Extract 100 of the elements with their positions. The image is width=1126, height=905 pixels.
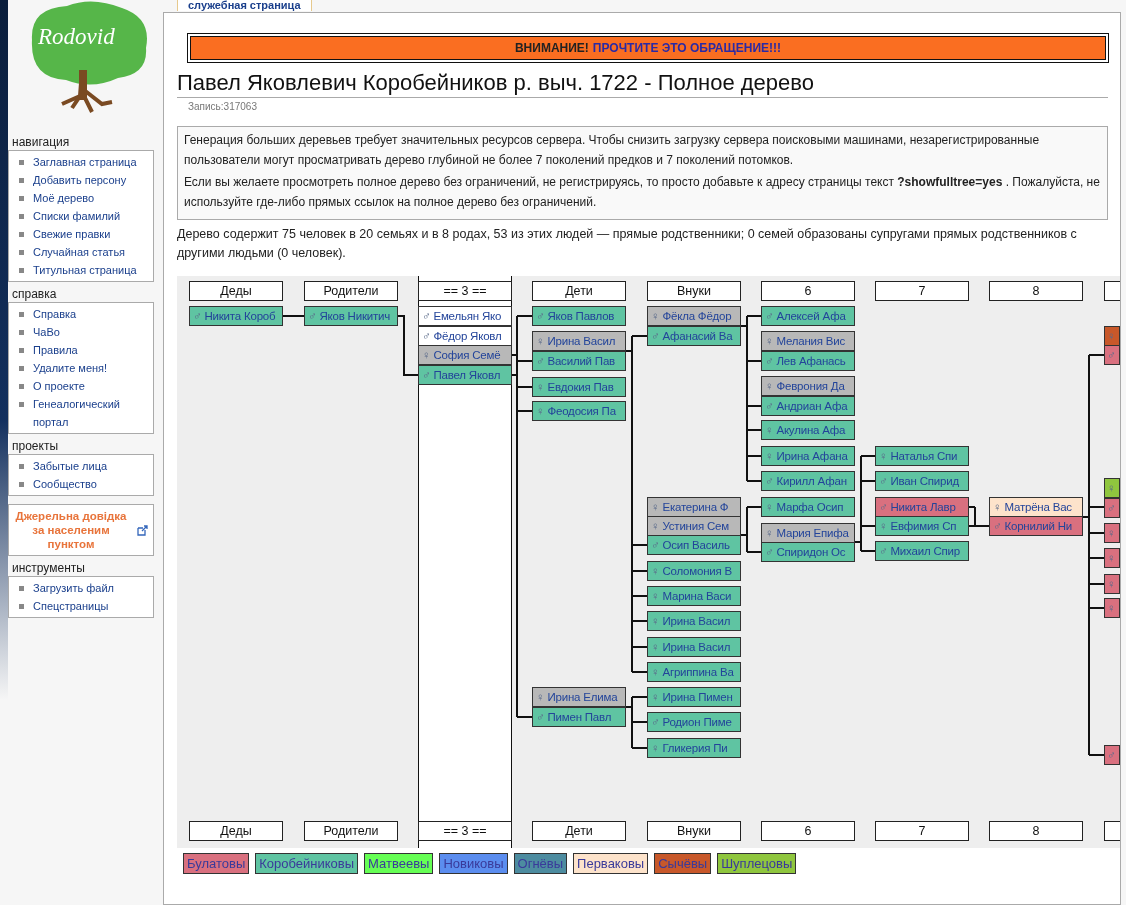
promo-link[interactable]: Джерельна довідка за населеним пунктом <box>11 509 131 551</box>
nav-link[interactable]: Спецстраницы <box>33 597 153 615</box>
person-node[interactable]: ♂ Родион Пиме <box>647 712 741 732</box>
nav-link[interactable]: Моё дерево <box>33 189 153 207</box>
bullet-icon <box>19 196 24 201</box>
nav-link[interactable]: Правила <box>33 341 153 359</box>
person-node[interactable]: ♂ Пимен Павл <box>532 707 626 727</box>
person-node[interactable]: ♂ Афанасий Ва <box>647 326 741 346</box>
nav-link[interactable]: Забытые лица <box>33 457 153 475</box>
family-tag[interactable]: Шуплецовы <box>717 853 797 874</box>
person-node[interactable]: ♀ Соломония В <box>647 561 741 581</box>
family-tag[interactable]: Матвеевы <box>364 853 434 874</box>
nav-link[interactable]: Сообщество <box>33 475 153 493</box>
person-node[interactable]: ♀ Устиния Сем <box>647 516 741 536</box>
bullet-icon <box>19 232 24 237</box>
nav-link[interactable]: Списки фамилий <box>33 207 153 225</box>
person-node[interactable]: ♀ Евдокия Пав <box>532 377 626 397</box>
nav-link[interactable]: Заглавная страница <box>33 153 153 171</box>
person-node[interactable]: ♀ Ирина Елима <box>532 687 626 707</box>
person-node[interactable]: ♀ Мелания Вис <box>761 331 855 351</box>
nav-link[interactable]: ЧаВо <box>33 323 153 341</box>
person-node[interactable]: ♂ Никита Лавр <box>875 497 969 517</box>
person-node[interactable]: ♂ Андриан Афа <box>761 396 855 416</box>
person-node[interactable]: ♀ Наталья Спи <box>875 446 969 466</box>
person-node[interactable]: ♀ Марфа Осип <box>761 497 855 517</box>
nav-link[interactable]: Справка <box>33 305 153 323</box>
record-id: Запись:317063 <box>188 101 258 113</box>
notice-link[interactable]: ПРОЧТИТЕ ЭТО ОБРАЩЕНИЕ!!! <box>592 41 782 55</box>
person-node[interactable]: ♀ Агриппина Ва <box>647 662 741 682</box>
bullet-icon <box>19 214 24 219</box>
column-header: Дети <box>532 821 626 841</box>
person-node[interactable]: ♂ Фёдор Яковл <box>418 326 512 346</box>
person-node[interactable]: ♀ Феврония Да <box>761 376 855 396</box>
person-node[interactable]: ♂ Яков Павлов <box>532 306 626 326</box>
person-node[interactable]: ♂ Никита Короб <box>189 306 283 326</box>
nav-link[interactable]: Свежие правки <box>33 225 153 243</box>
person-node[interactable]: ♀ Матрёна Вас <box>989 497 1083 517</box>
person-node[interactable]: ♀ Ирина Васил <box>532 331 626 351</box>
connector-line <box>397 315 419 376</box>
nav-link[interactable]: Удалите меня! <box>33 359 153 377</box>
section-heading: проекты <box>12 440 60 453</box>
person-node[interactable]: ♀ <box>1104 478 1120 498</box>
bullet-icon <box>19 250 24 255</box>
column-header: 6 <box>761 821 855 841</box>
family-tag[interactable]: Огнёвы <box>513 853 568 874</box>
bullet-icon <box>19 178 24 183</box>
person-node[interactable]: ♀ Фёкла Фёдор <box>647 306 741 326</box>
person-node[interactable]: ♂ Яков Никитич <box>304 306 398 326</box>
person-node[interactable]: ♂ Павел Яковл <box>418 365 512 385</box>
bullet-icon <box>19 604 24 609</box>
family-tag[interactable]: Новиковы <box>439 853 508 874</box>
column-header: Деды <box>189 281 283 301</box>
column-header: == 3 == <box>418 821 512 841</box>
column-header: Внуки <box>647 821 741 841</box>
person-node[interactable]: ♂ Корнилий Ни <box>989 516 1083 536</box>
person-node[interactable]: ♂ Василий Пав <box>532 351 626 371</box>
person-node[interactable]: ♀ Акулина Афа <box>761 420 855 440</box>
person-node[interactable]: ♀ Екатерина Ф <box>647 497 741 517</box>
family-tag[interactable]: Перваковы <box>573 853 649 874</box>
person-node[interactable]: ♂ Емельян Яко <box>418 306 512 326</box>
bullet-icon <box>19 160 24 165</box>
page-tab[interactable]: служебная страница <box>177 0 312 11</box>
person-node[interactable]: ♀ Ирина Васил <box>647 637 741 657</box>
person-node[interactable]: ♂ Лев Афанась <box>761 351 855 371</box>
person-node[interactable]: ♂ Михаил Спир <box>875 541 969 561</box>
person-node[interactable]: ♂ Кирилл Афан <box>761 471 855 491</box>
person-node[interactable]: ♂ Осип Василь <box>647 535 741 555</box>
column-header: Родители <box>304 281 398 301</box>
person-node[interactable]: ♀ София Семё <box>418 345 512 365</box>
bullet-icon <box>19 312 24 317</box>
column-header: 7 <box>875 281 969 301</box>
connector-line <box>282 315 305 317</box>
family-tag[interactable]: Булатовы <box>183 853 250 874</box>
bullet-icon <box>19 366 24 371</box>
person-node[interactable]: ♀ Мария Епифа <box>761 523 855 543</box>
nav-link[interactable]: Случайная статья <box>33 243 153 261</box>
person-node[interactable]: ♀ Марина Васи <box>647 586 741 606</box>
bullet-icon <box>19 330 24 335</box>
bullet-icon <box>19 482 24 487</box>
person-node[interactable]: ♀ Ирина Афана <box>761 446 855 466</box>
info-paragraph: Если вы желаете просмотреть полное дерево без ограничений, не регистрируясь, то просто добавьте к адресу страницы текст ?showfulltree=yes . Пожалуйста, не используйте где-либо прямых ссылок на полное дерево без ограничений. <box>184 174 1101 211</box>
nav-link[interactable]: Генеалогический портал <box>33 395 153 431</box>
nav-link[interactable]: Добавить персону <box>33 171 153 189</box>
person-node[interactable]: ♂ Спиридон Ос <box>761 542 855 562</box>
nav-link[interactable]: Загрузить файл <box>33 579 153 597</box>
bullet-icon <box>19 268 24 273</box>
person-node[interactable]: ♀ Ирина Васил <box>647 611 741 631</box>
person-node[interactable]: ♂ Алексей Афа <box>761 306 855 326</box>
person-node[interactable]: ♂ Иван Спирид <box>875 471 969 491</box>
person-node[interactable]: ♀ Евфимия Сп <box>875 516 969 536</box>
section-heading: навигация <box>12 136 71 149</box>
person-node[interactable]: ♀ Гликерия Пи <box>647 738 741 758</box>
nav-link[interactable]: О проекте <box>33 377 153 395</box>
person-node[interactable]: ♀ Феодосия Па <box>532 401 626 421</box>
family-tag[interactable]: Коробейниковы <box>255 853 359 874</box>
bullet-icon <box>19 402 24 407</box>
bullet-icon <box>19 348 24 353</box>
column-header: 7 <box>875 821 969 841</box>
person-node[interactable]: ♀ Ирина Пимен <box>647 687 741 707</box>
nav-link[interactable]: Титульная страница <box>33 261 153 279</box>
